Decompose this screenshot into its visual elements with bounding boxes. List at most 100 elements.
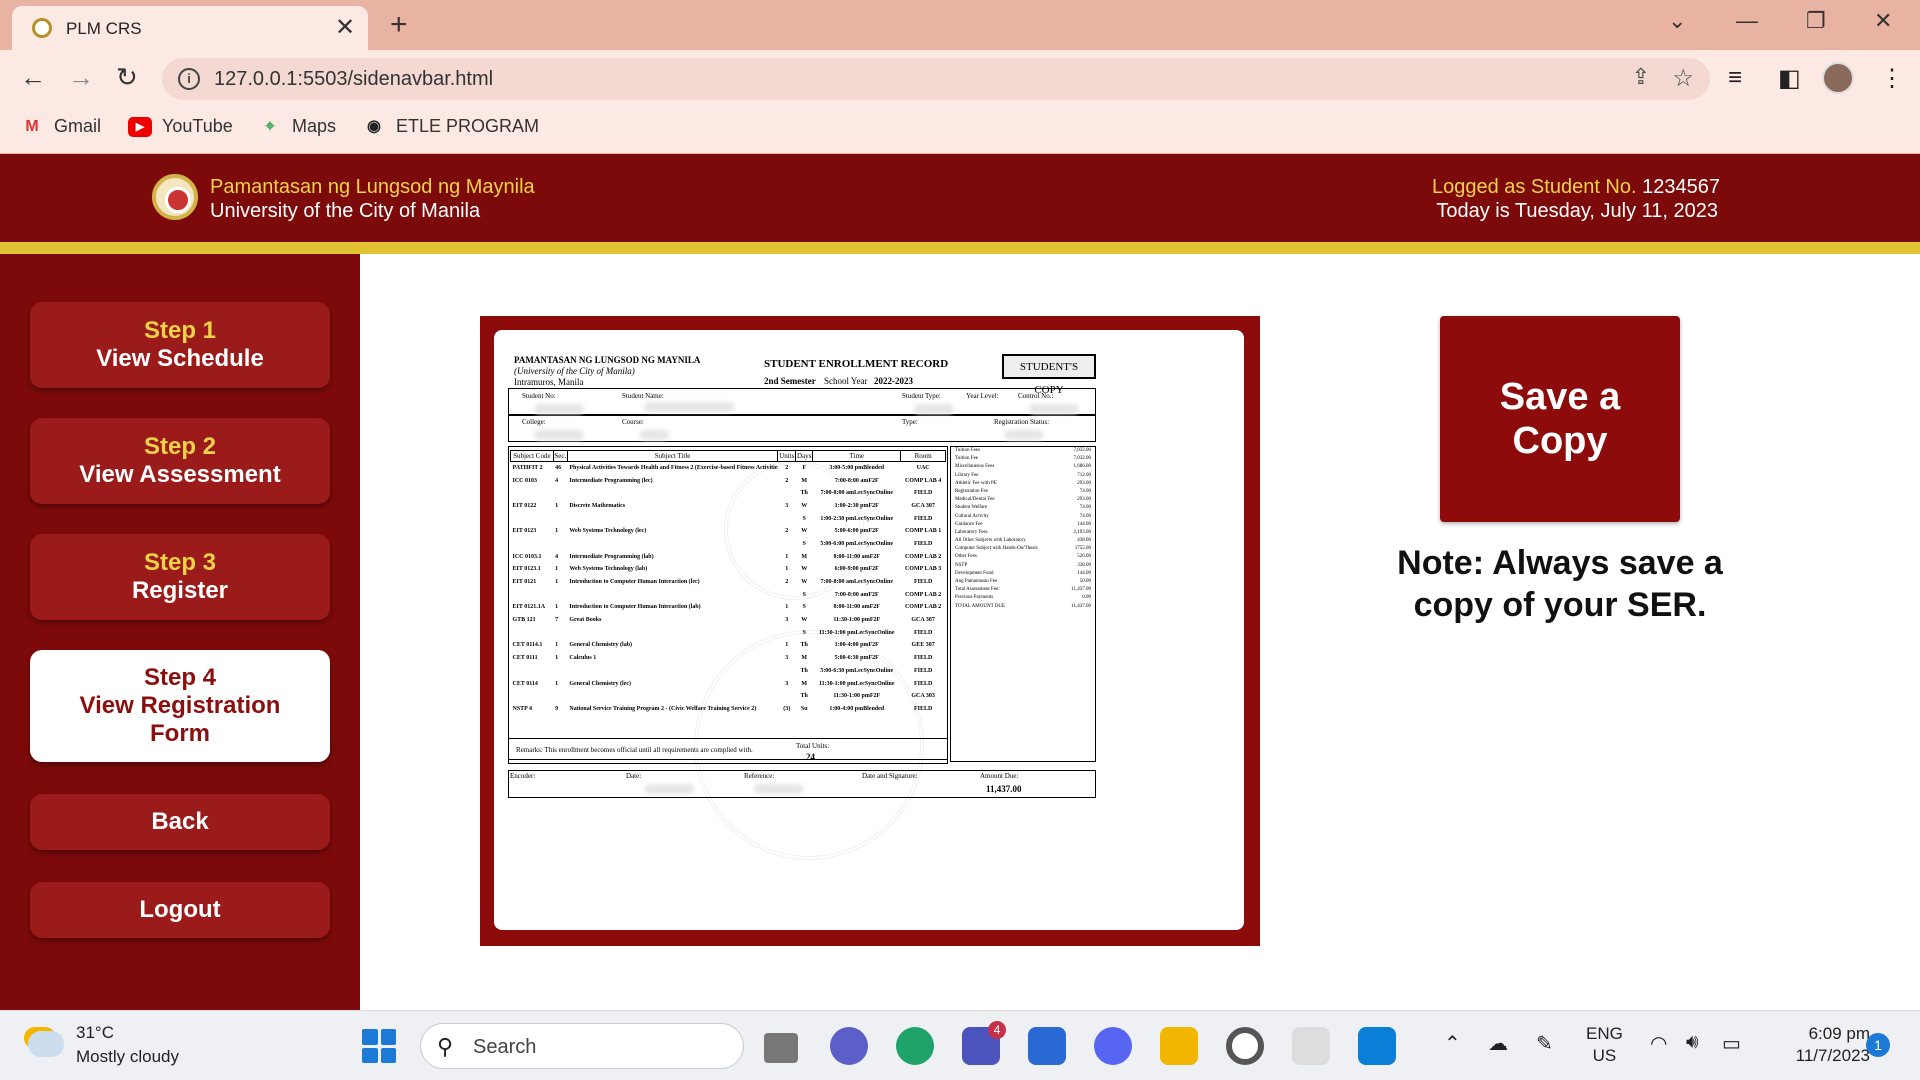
subject-cell: 7:00-8:00 amLecSyncOnline	[820, 579, 893, 586]
system-clock[interactable]: 6:09 pm 11/7/2023	[1770, 1023, 1870, 1067]
bookmark-gmail[interactable]: M Gmail	[20, 116, 101, 137]
save-copy-button[interactable]: Save a Copy	[1440, 316, 1680, 522]
subject-cell: 1	[785, 553, 789, 560]
obs-icon[interactable]	[1226, 1027, 1264, 1065]
tab-search-chevron-icon[interactable]: ⌄	[1668, 8, 1686, 34]
chrome-icon[interactable]	[1292, 1027, 1330, 1065]
subject-cell	[567, 512, 777, 525]
subject-cell: F	[802, 465, 807, 472]
onedrive-icon[interactable]: ☁	[1488, 1031, 1508, 1056]
subject-row: EIT 0123.1 1 Web Systems Technology (lab) 1…	[511, 563, 946, 576]
subject-cell: Introduction to Computer Human Interacti…	[569, 579, 700, 586]
chat-icon[interactable]	[830, 1027, 868, 1065]
subject-cell: FIELD	[913, 655, 933, 662]
subject-cell: EIT 0121	[512, 579, 537, 586]
battery-icon[interactable]: ▭	[1722, 1031, 1741, 1056]
fee-row: Student Welfare 74.00	[951, 504, 1095, 512]
tray-overflow-icon[interactable]: ⌃	[1444, 1031, 1461, 1056]
control-no-label: Control No.:	[1018, 392, 1054, 400]
forward-arrow-icon[interactable]: →	[68, 62, 94, 93]
total-units-label: Total Units:	[796, 742, 830, 750]
file-explorer-icon[interactable]	[1160, 1027, 1198, 1065]
step1-view-schedule-button[interactable]: Step 1 View Schedule	[30, 302, 330, 388]
subject-cell: 9	[555, 705, 559, 712]
subject-cell	[567, 538, 777, 551]
step4-view-registration-form-button[interactable]: Step 4 View Registration Form	[30, 650, 330, 762]
fee-row: Tuition Fees 7,032.00	[951, 447, 1095, 455]
new-tab-icon[interactable]: +	[390, 8, 408, 42]
notification-badge[interactable]: 1	[1866, 1033, 1890, 1057]
media-control-icon[interactable]: ≡	[1728, 64, 1742, 92]
bookmark-maps[interactable]: ⌖ Maps	[258, 116, 336, 137]
edge-icon[interactable]	[896, 1027, 934, 1065]
tab-close-icon[interactable]: ✕	[335, 13, 355, 42]
browser-tab[interactable]: PLM CRS ✕	[12, 6, 368, 50]
subject-cell: M	[801, 680, 808, 687]
address-bar[interactable]: i 127.0.0.1:5503/sidenavbar.html ⇪ ☆	[162, 58, 1710, 100]
discord-icon[interactable]	[1094, 1027, 1132, 1065]
subject-cell: 4	[555, 477, 559, 484]
minimize-icon[interactable]: —	[1736, 8, 1758, 34]
subject-cell	[553, 487, 567, 500]
menu-kebab-icon[interactable]: ⋮	[1880, 64, 1904, 93]
bookmark-star-icon[interactable]: ☆	[1672, 64, 1694, 93]
fee-label: Laboratory Fees	[955, 529, 988, 535]
windows-start-icon[interactable]	[362, 1029, 396, 1063]
wifi-icon[interactable]: ◠	[1650, 1031, 1667, 1056]
fee-label: Computer Subject with Hands-On/Thesis	[955, 546, 1038, 552]
reload-icon[interactable]: ↻	[116, 62, 138, 93]
redacted-field	[644, 402, 734, 412]
url-text[interactable]: 127.0.0.1:5503/sidenavbar.html	[214, 68, 493, 91]
subject-cell: Discrete Mathematics	[569, 502, 626, 509]
step-number: Step 4	[143, 664, 217, 691]
language-indicator[interactable]: ENG US	[1586, 1023, 1623, 1067]
subject-cell: 1	[555, 604, 559, 611]
subject-cell: 1	[555, 579, 559, 586]
back-button[interactable]: Back	[30, 794, 330, 850]
bookmark-etle[interactable]: ◉ ETLE PROGRAM	[362, 116, 539, 137]
subject-cell: 3	[785, 617, 789, 624]
teams-icon[interactable]: 4	[962, 1021, 1006, 1065]
side-panel-icon[interactable]: ◧	[1778, 64, 1801, 93]
window-close-icon[interactable]: ✕	[1874, 8, 1892, 34]
fee-row: Other Fees 526.00	[951, 553, 1095, 561]
subject-cell: Calculus 1	[569, 655, 597, 662]
weather-desc[interactable]: Mostly cloudy	[76, 1047, 179, 1067]
subject-cell: 1	[785, 566, 789, 573]
subject-cell: COMP LAB 2	[904, 553, 942, 560]
site-info-icon[interactable]: i	[178, 68, 200, 90]
save-note: Note: Always save a copy of your SER.	[1397, 544, 1723, 624]
profile-avatar[interactable]	[1822, 62, 1854, 94]
restore-icon[interactable]: ❐	[1806, 8, 1826, 34]
copilot-icon[interactable]	[1028, 1027, 1066, 1065]
task-view-icon[interactable]	[764, 1033, 798, 1063]
vscode-icon[interactable]	[1358, 1027, 1396, 1065]
pen-menu-icon[interactable]: ✎	[1536, 1031, 1553, 1056]
fee-amount: 74.00	[1079, 513, 1091, 519]
subject-cell: 7	[555, 617, 559, 624]
subjects-header-cell: Subject Code	[510, 450, 554, 462]
subject-cell: 3	[785, 655, 789, 662]
fee-label: NSTP	[955, 562, 968, 568]
step2-view-assessment-button[interactable]: Step 2 View Assessment	[30, 418, 330, 504]
bookmark-youtube[interactable]: ▶ YouTube	[128, 116, 233, 137]
subjects-header-cell: Subject Title	[566, 450, 779, 462]
subject-cell: COMP LAB 2	[904, 591, 942, 598]
fee-amount: 74.00	[1079, 505, 1091, 511]
share-icon[interactable]: ⇪	[1632, 64, 1650, 90]
cloudy-weather-icon[interactable]	[28, 1031, 64, 1057]
subject-cell: S	[802, 604, 806, 611]
subject-cell: 1:00-2:30 pmLecSyncOnline	[820, 515, 894, 522]
fee-amount: 7,032.00	[1073, 456, 1092, 462]
back-arrow-icon[interactable]: ←	[20, 62, 46, 93]
volume-icon[interactable]: 🔊︎	[1686, 1031, 1699, 1054]
step3-register-button[interactable]: Step 3 Register	[30, 534, 330, 620]
logout-button[interactable]: Logout	[30, 882, 330, 938]
subjects-table: Subject Code Sec. Subject Title Units Days Ti…	[510, 450, 946, 715]
step-label: View Registration Form	[79, 692, 281, 747]
subject-cell: 3	[785, 502, 789, 509]
subject-cell: 1	[785, 604, 789, 611]
taskbar-search[interactable]: ⚲ Search	[420, 1023, 744, 1069]
weather-temp[interactable]: 31°C	[76, 1023, 114, 1043]
fee-row: Cultural Activity 74.00	[951, 513, 1095, 521]
